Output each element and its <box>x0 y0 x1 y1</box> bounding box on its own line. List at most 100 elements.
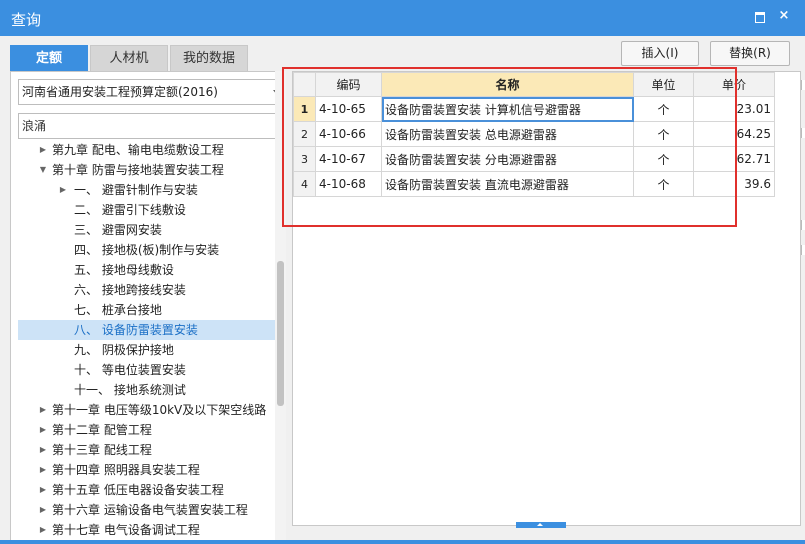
tree-node[interactable]: 六、 接地跨接线安装 <box>18 280 278 300</box>
tree-node[interactable]: 四、 接地极(板)制作与安装 <box>18 240 278 260</box>
price-cell[interactable]: 39.6 <box>693 171 775 197</box>
tab-quota[interactable]: 定额 <box>10 45 88 71</box>
code-cell[interactable]: 4-10-66 <box>315 121 382 147</box>
table-header-row: 编码 名称 单位 单价 <box>293 72 775 97</box>
unit-cell[interactable]: 个 <box>633 121 694 147</box>
chapter-tree: ▶ 第九章 配电、输电电缆敷设工程 ▼ 第十章 防雷与接地装置安装工程 ▶ 一、 避雷针制… <box>18 140 278 544</box>
tree-node-label: 六、 接地跨接线安装 <box>74 283 186 297</box>
tree-node[interactable]: 十一、 接地系统测试 <box>18 380 278 400</box>
tree-node-label: 十、 等电位装置安装 <box>74 363 186 377</box>
tree-node-label: 第十二章 配管工程 <box>52 423 152 437</box>
title-bar: 查询 × <box>0 0 805 36</box>
tree-node[interactable]: 八、 设备防雷装置安装 <box>18 320 278 340</box>
code-cell[interactable]: 4-10-67 <box>315 146 382 172</box>
price-cell[interactable]: 23.01 <box>693 96 775 122</box>
tree-node[interactable]: ▶ 第九章 配电、输电电缆敷设工程 <box>18 140 278 160</box>
unit-cell[interactable]: 个 <box>633 171 694 197</box>
price-cell[interactable]: 62.71 <box>693 146 775 172</box>
tree-node[interactable]: ▶ 一、 避雷针制作与安装 <box>18 180 278 200</box>
tree-node[interactable]: 五、 接地母线敷设 <box>18 260 278 280</box>
collapsed-caret-icon[interactable]: ▶ <box>38 140 48 160</box>
unit-column-header[interactable]: 单位 <box>633 72 694 97</box>
edge-fragment <box>801 128 805 138</box>
tab-my-data[interactable]: 我的数据 <box>170 45 248 71</box>
tree-node[interactable]: ▶ 第十五章 低压电器设备安装工程 <box>18 480 278 500</box>
tree-node[interactable]: 二、 避雷引下线敷设 <box>18 200 278 220</box>
collapse-arrow-icon[interactable] <box>516 522 566 528</box>
expanded-caret-icon[interactable]: ▼ <box>38 160 48 180</box>
tree-node[interactable]: ▼ 第十章 防雷与接地装置安装工程 <box>18 160 278 180</box>
unit-cell[interactable]: 个 <box>633 146 694 172</box>
tree-node[interactable]: 七、 桩承台接地 <box>18 300 278 320</box>
row-number-header <box>293 72 316 97</box>
tree-node[interactable]: 三、 避雷网安装 <box>18 220 278 240</box>
tree-node[interactable]: ▶ 第十一章 电压等级10kV及以下架空线路 <box>18 400 278 420</box>
tree-node-label: 九、 阴极保护接地 <box>74 343 174 357</box>
edge-fragment <box>801 245 805 255</box>
table-row[interactable]: 4 4-10-68 设备防雷装置安装 直流电源避雷器 个 39.6 <box>293 171 775 197</box>
insert-button[interactable]: 插入(I) <box>621 41 699 66</box>
tree-node[interactable]: ▶ 第十七章 电气设备调试工程 <box>18 520 278 540</box>
tree-node[interactable]: ▶ 第十四章 照明器具安装工程 <box>18 460 278 480</box>
close-icon[interactable]: × <box>776 8 792 24</box>
name-cell[interactable]: 设备防雷装置安装 直流电源避雷器 <box>381 171 634 197</box>
status-strip <box>0 540 805 544</box>
edge-fragment <box>801 220 805 230</box>
row-number: 4 <box>293 171 316 197</box>
result-grid-panel: 编码 名称 单位 单价 1 4-10-65 设备防雷装置安装 计算机信号避雷器 … <box>292 71 801 526</box>
unit-cell[interactable]: 个 <box>633 96 694 122</box>
tree-node-label: 一、 避雷针制作与安装 <box>74 183 198 197</box>
name-cell[interactable]: 设备防雷装置安装 总电源避雷器 <box>381 121 634 147</box>
tree-node-label: 五、 接地母线敷设 <box>74 263 174 277</box>
tree-scrollbar-thumb[interactable] <box>277 261 284 406</box>
collapsed-caret-icon[interactable]: ▶ <box>38 400 48 420</box>
table-row[interactable]: 2 4-10-66 设备防雷装置安装 总电源避雷器 个 64.25 <box>293 121 775 147</box>
table-row[interactable]: 3 4-10-67 设备防雷装置安装 分电源避雷器 个 62.71 <box>293 146 775 172</box>
name-cell[interactable]: 设备防雷装置安装 计算机信号避雷器 <box>381 96 634 122</box>
quota-library-value: 河南省通用安装工程预算定额(2016) <box>22 85 218 99</box>
collapsed-caret-icon[interactable]: ▶ <box>58 180 68 200</box>
collapsed-caret-icon[interactable]: ▶ <box>38 500 48 520</box>
collapsed-caret-icon[interactable]: ▶ <box>38 440 48 460</box>
result-table: 编码 名称 单位 单价 1 4-10-65 设备防雷装置安装 计算机信号避雷器 … <box>293 72 775 197</box>
name-column-header[interactable]: 名称 <box>381 72 634 97</box>
restore-icon[interactable] <box>752 8 768 24</box>
replace-button[interactable]: 替换(R) <box>710 41 790 66</box>
tree-node-label: 第十四章 照明器具安装工程 <box>52 463 200 477</box>
tree-node-label: 十一、 接地系统测试 <box>74 383 186 397</box>
tree-node-label: 第十章 防雷与接地装置安装工程 <box>52 163 224 177</box>
tree-node-label: 二、 避雷引下线敷设 <box>74 203 186 217</box>
tree-node-label: 第十七章 电气设备调试工程 <box>52 523 200 537</box>
tree-node-label: 四、 接地极(板)制作与安装 <box>74 243 220 257</box>
edge-fragment <box>801 80 805 90</box>
tab-labor-material-machine[interactable]: 人材机 <box>90 45 168 71</box>
tree-node-label: 第十六章 运输设备电气装置安装工程 <box>52 503 248 517</box>
tree-node[interactable]: 十、 等电位装置安装 <box>18 360 278 380</box>
row-number: 1 <box>293 96 316 122</box>
collapsed-caret-icon[interactable]: ▶ <box>38 520 48 540</box>
tree-node-label: 七、 桩承台接地 <box>74 303 162 317</box>
collapsed-caret-icon[interactable]: ▶ <box>38 420 48 440</box>
tree-node[interactable]: ▶ 第十三章 配线工程 <box>18 440 278 460</box>
tree-node-label: 八、 设备防雷装置安装 <box>74 323 198 337</box>
code-cell[interactable]: 4-10-68 <box>315 171 382 197</box>
name-cell[interactable]: 设备防雷装置安装 分电源避雷器 <box>381 146 634 172</box>
price-column-header[interactable]: 单价 <box>693 72 775 97</box>
collapsed-caret-icon[interactable]: ▶ <box>38 460 48 480</box>
tree-scrollbar[interactable] <box>275 71 286 544</box>
price-cell[interactable]: 64.25 <box>693 121 775 147</box>
table-row[interactable]: 1 4-10-65 设备防雷装置安装 计算机信号避雷器 个 23.01 <box>293 96 775 122</box>
collapsed-caret-icon[interactable]: ▶ <box>38 480 48 500</box>
code-cell[interactable]: 4-10-65 <box>315 96 382 122</box>
code-column-header[interactable]: 编码 <box>315 72 382 97</box>
tree-node-label: 三、 避雷网安装 <box>74 223 162 237</box>
tree-node-label: 第十三章 配线工程 <box>52 443 152 457</box>
tree-node[interactable]: 九、 阴极保护接地 <box>18 340 278 360</box>
tree-node[interactable]: ▶ 第十六章 运输设备电气装置安装工程 <box>18 500 278 520</box>
row-number: 3 <box>293 146 316 172</box>
tree-node-label: 第十五章 低压电器设备安装工程 <box>52 483 224 497</box>
tree-node[interactable]: ▶ 第十二章 配管工程 <box>18 420 278 440</box>
search-input[interactable]: 浪涌 <box>18 113 286 139</box>
quota-library-dropdown[interactable]: 河南省通用安装工程预算定额(2016) <box>18 79 286 105</box>
quota-tree-panel: 河南省通用安装工程预算定额(2016) 浪涌 ▶ 第九章 配电、输电电缆敷设工程 ▼… <box>10 71 286 544</box>
